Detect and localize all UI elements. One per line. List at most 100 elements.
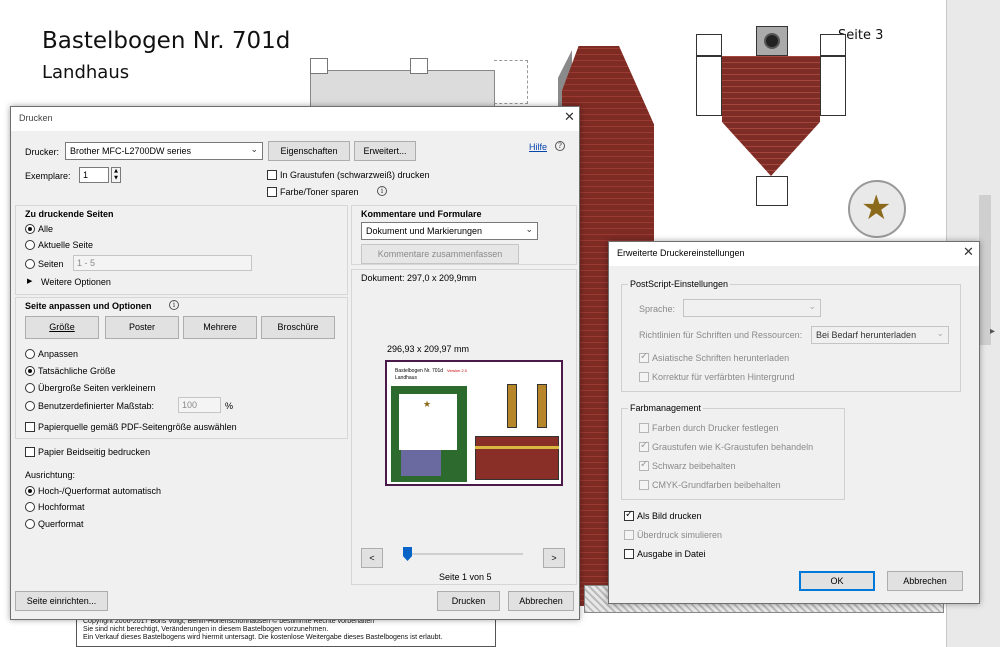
preview-version: Version 2.0 [447, 368, 468, 373]
chimney-side-flap [820, 56, 846, 116]
language-label: Sprache: [639, 304, 676, 314]
close-icon[interactable]: ✕ [963, 245, 974, 260]
more-options-toggle[interactable]: Weitere Optionen [41, 277, 111, 287]
grayscale-checkbox[interactable] [267, 170, 277, 180]
cutout-tab [310, 58, 328, 74]
overprint-label: Überdruck simulieren [637, 530, 723, 540]
color-management-title: Farbmanagement [628, 403, 704, 413]
font-policy-select[interactable]: Bei Bedarf herunterladen ⌄ [811, 326, 949, 344]
chimney-opening [764, 33, 780, 49]
advanced-button[interactable]: Erweitert... [354, 141, 416, 161]
orientation-landscape-radio[interactable] [25, 519, 35, 529]
printer-label: Drucker: [25, 147, 60, 157]
custom-scale-unit: % [225, 401, 234, 411]
orientation-auto-label: Hoch-/Querformat automatisch [38, 486, 162, 496]
language-select[interactable]: ⌄ [683, 299, 821, 317]
as-image-checkbox[interactable] [624, 509, 634, 521]
asian-fonts-checkbox[interactable] [639, 351, 649, 363]
comments-section-title: Kommentare und Formulare [361, 209, 482, 219]
pages-all-label: Alle [38, 224, 54, 234]
ok-button[interactable]: OK [799, 571, 875, 591]
advanced-cancel-button[interactable]: Abbrechen [887, 571, 963, 591]
copies-spinner[interactable]: ▲ ▼ [111, 167, 121, 183]
printer-select[interactable]: Brother MFC-L2700DW series ⌄ [65, 142, 263, 160]
to-file-checkbox[interactable] [624, 549, 634, 559]
grayscale-k-checkbox[interactable] [639, 440, 649, 452]
cmyk-label: CMYK-Grundfarben beibehalten [652, 480, 781, 490]
keep-black-checkbox[interactable] [639, 459, 649, 471]
help-link[interactable]: Hilfe [529, 142, 547, 152]
shrink-oversized-radio[interactable] [25, 383, 35, 393]
overprint-checkbox[interactable] [624, 530, 634, 540]
printer-colors-checkbox[interactable] [639, 423, 649, 433]
tab-poster[interactable]: Poster [105, 316, 179, 339]
chimney-bottom-flap [756, 176, 788, 206]
help-info-icon[interactable]: ? [555, 141, 565, 151]
custom-scale-radio[interactable] [25, 401, 35, 411]
pages-range-input[interactable]: 1 - 5 [73, 255, 252, 271]
chimney-flap [820, 34, 846, 56]
pages-all-radio[interactable] [25, 224, 35, 234]
paper-source-checkbox[interactable] [25, 422, 35, 432]
custom-scale-label: Benutzerdefinierter Maßstab: [38, 401, 155, 411]
discolored-bg-checkbox[interactable] [639, 372, 649, 382]
prev-page-button[interactable]: < [361, 548, 383, 568]
next-page-button[interactable]: > [543, 548, 565, 568]
pages-current-radio[interactable] [25, 240, 35, 250]
print-dialog-title: Drucken [19, 113, 53, 123]
pages-range-label: Seiten [38, 259, 64, 269]
save-ink-checkbox[interactable] [267, 187, 277, 197]
cmyk-checkbox[interactable] [639, 480, 649, 490]
star-icon: ★ [861, 188, 892, 228]
sizing-info-icon[interactable]: i [169, 300, 179, 310]
pages-current-label: Aktuelle Seite [38, 240, 94, 250]
fit-radio[interactable] [25, 349, 35, 359]
orientation-title: Ausrichtung: [25, 470, 76, 480]
cutout-tab [410, 58, 428, 74]
save-ink-info-icon[interactable]: i [377, 186, 387, 196]
close-icon[interactable]: ✕ [564, 110, 575, 125]
pages-section-title: Zu druckende Seiten [25, 209, 114, 219]
properties-button[interactable]: Eigenschaften [268, 141, 350, 161]
actual-size-label: Tatsächliche Größe [38, 366, 116, 376]
page-setup-button[interactable]: Seite einrichten... [15, 591, 108, 611]
expand-triangle-icon[interactable]: ▶ [27, 277, 32, 285]
print-dialog: Drucken ✕ Drucker: Brother MFC-L2700DW s… [10, 106, 580, 620]
tab-size-label: Größe [49, 322, 75, 332]
orientation-portrait-label: Hochformat [38, 502, 85, 512]
vertical-scrollbar-thumb[interactable] [979, 195, 991, 345]
cutout-gray-panel [310, 70, 495, 110]
orientation-portrait-radio[interactable] [25, 502, 35, 512]
summarize-comments-button[interactable]: Kommentare zusammenfassen [361, 244, 519, 264]
print-button[interactable]: Drucken [437, 591, 500, 611]
cancel-button[interactable]: Abbrechen [508, 591, 574, 611]
chevron-down-icon: ⌄ [808, 302, 816, 312]
print-dialog-titlebar: Drucken ✕ [11, 107, 579, 131]
tab-booklet[interactable]: Broschüre [261, 316, 335, 339]
preview-house-wall [475, 436, 559, 480]
advanced-settings-dialog: Erweiterte Druckereinstellungen ✕ PostSc… [608, 241, 980, 604]
sizing-section-title: Seite anpassen und Optionen [25, 301, 152, 311]
chimney-flap [696, 34, 722, 56]
tab-size[interactable]: Größe [25, 316, 99, 339]
document-title: Bastelbogen Nr. 701d [42, 28, 291, 54]
page-slider-track[interactable] [405, 553, 523, 555]
custom-scale-input[interactable]: 100 [178, 397, 221, 413]
preview-wall-tile [401, 450, 441, 476]
chimney-brick-cutout [722, 56, 820, 176]
duplex-checkbox[interactable] [25, 447, 35, 457]
orientation-landscape-label: Querformat [38, 519, 84, 529]
actual-size-radio[interactable] [25, 366, 35, 376]
grayscale-k-label: Graustufen wie K-Graustufen behandeln [652, 442, 814, 452]
printer-colors-label: Farben durch Drucker festlegen [652, 423, 779, 433]
panel-expand-arrow-icon[interactable]: ▸ [990, 326, 995, 337]
comments-select[interactable]: Dokument und Markierungen ⌄ [361, 222, 538, 240]
orientation-auto-radio[interactable] [25, 486, 35, 496]
tab-multiple[interactable]: Mehrere [183, 316, 257, 339]
postscript-group-title: PostScript-Einstellungen [628, 279, 731, 289]
duplex-label: Papier Beidseitig bedrucken [38, 447, 151, 457]
advanced-dialog-title: Erweiterte Druckereinstellungen [617, 248, 745, 258]
footer-line: Sie sind nicht berechtigt, Veränderungen… [83, 626, 329, 633]
pages-range-radio[interactable] [25, 259, 35, 269]
copies-input[interactable]: 1 [79, 167, 109, 183]
